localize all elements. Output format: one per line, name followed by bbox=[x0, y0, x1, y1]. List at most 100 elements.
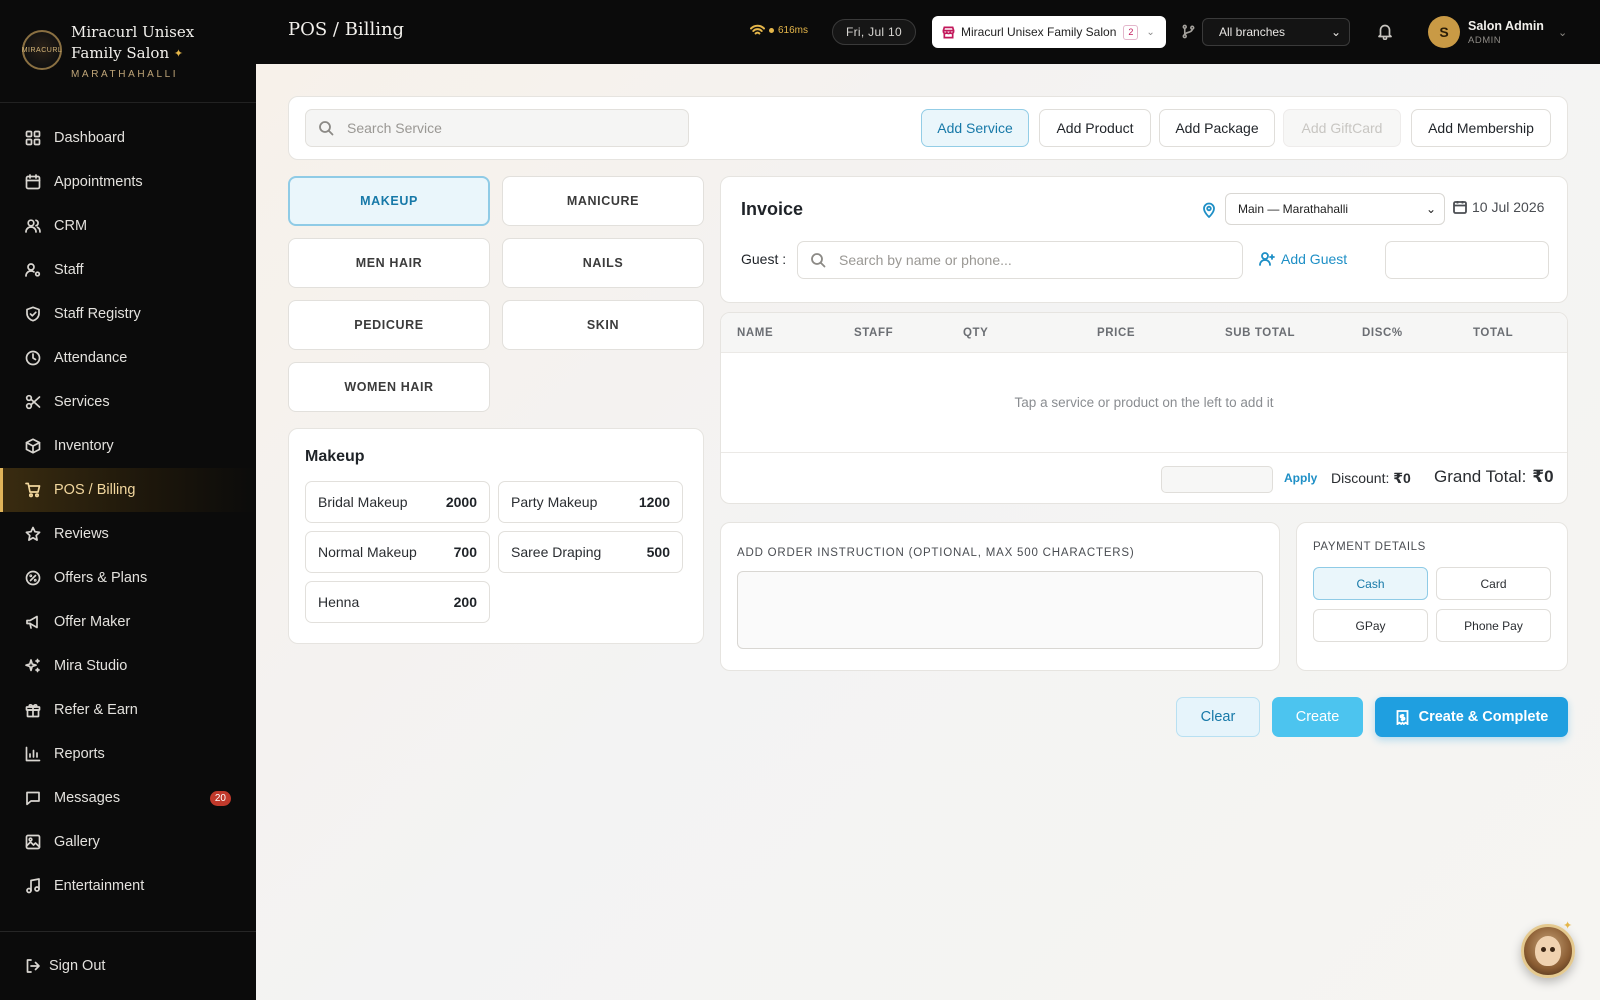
main-content: Add Service Add Product Add Package Add … bbox=[256, 64, 1600, 1000]
add-giftcard-button[interactable]: Add GiftCard bbox=[1283, 109, 1401, 147]
sidebar-item-appointments[interactable]: Appointments bbox=[0, 160, 256, 204]
salon-logo: MIRACURL bbox=[22, 30, 62, 70]
service-name: Party Makeup bbox=[511, 494, 598, 510]
service-search[interactable] bbox=[305, 109, 689, 147]
create-complete-button[interactable]: Create & Complete bbox=[1375, 697, 1568, 737]
sidebar-item-attendance[interactable]: Attendance bbox=[0, 336, 256, 380]
service-item[interactable]: Bridal Makeup 2000 bbox=[305, 481, 490, 523]
users-icon bbox=[25, 218, 41, 234]
invoice-date[interactable]: 10 Jul 2026 bbox=[1453, 199, 1544, 215]
sign-out-button[interactable]: Sign Out bbox=[0, 931, 256, 1000]
image-icon bbox=[25, 834, 41, 850]
add-service-button[interactable]: Add Service bbox=[921, 109, 1029, 147]
sidebar: MIRACURL Miracurl Unisex Family Salon ✦ … bbox=[0, 0, 256, 1000]
bell-icon[interactable] bbox=[1376, 22, 1394, 40]
guest-search[interactable] bbox=[797, 241, 1243, 279]
logout-icon bbox=[26, 959, 40, 973]
salon-name: Miracurl Unisex Family Salon bbox=[961, 25, 1117, 39]
service-price: 500 bbox=[646, 544, 670, 560]
sidebar-item-staff[interactable]: Staff bbox=[0, 248, 256, 292]
service-search-input[interactable] bbox=[347, 120, 667, 136]
guest-search-input[interactable] bbox=[839, 252, 1159, 268]
sidebar-item-dashboard[interactable]: Dashboard bbox=[0, 116, 256, 160]
salon-selector[interactable]: Miracurl Unisex Family Salon 2 ⌄ bbox=[932, 16, 1166, 48]
category-men-hair[interactable]: MEN HAIR bbox=[288, 238, 490, 288]
branch-filter-select[interactable]: All branches ⌄ bbox=[1202, 18, 1350, 46]
guest-extra-field[interactable] bbox=[1385, 241, 1549, 279]
box-icon bbox=[25, 438, 41, 454]
sidebar-item-offers-plans[interactable]: Offers & Plans bbox=[0, 556, 256, 600]
add-package-button[interactable]: Add Package bbox=[1159, 109, 1275, 147]
service-item[interactable]: Normal Makeup 700 bbox=[305, 531, 490, 573]
sidebar-item-reports[interactable]: Reports bbox=[0, 732, 256, 776]
sidebar-item-inventory[interactable]: Inventory bbox=[0, 424, 256, 468]
chevron-down-icon: ⌄ bbox=[1146, 26, 1155, 38]
payment-card-button[interactable]: Card bbox=[1436, 567, 1551, 600]
search-icon bbox=[319, 121, 334, 136]
sidebar-item-label: Reports bbox=[54, 746, 105, 762]
discount-summary: Discount: ₹0 bbox=[1331, 470, 1411, 487]
branch-filter-value: All branches bbox=[1219, 25, 1286, 39]
discount-value: ₹0 bbox=[1393, 470, 1411, 486]
sidebar-item-services[interactable]: Services bbox=[0, 380, 256, 424]
discount-label: Discount: bbox=[1331, 470, 1390, 486]
discount-code-input[interactable] bbox=[1161, 466, 1273, 493]
sparkles-icon bbox=[25, 658, 41, 674]
page-title: POS / Billing bbox=[288, 19, 405, 40]
invoice-branch-select[interactable]: Main — Marathahalli ⌄ bbox=[1225, 193, 1445, 225]
service-name: Henna bbox=[318, 594, 360, 610]
service-item[interactable]: Saree Draping 500 bbox=[498, 531, 683, 573]
service-category-title: Makeup bbox=[305, 448, 365, 465]
payment-cash-button[interactable]: Cash bbox=[1313, 567, 1428, 600]
invoice-title: Invoice bbox=[741, 199, 804, 219]
column-header: DISC% bbox=[1362, 327, 1403, 339]
sidebar-item-entertainment[interactable]: Entertainment bbox=[0, 864, 256, 908]
sidebar-item-mira-studio[interactable]: Mira Studio bbox=[0, 644, 256, 688]
sidebar-item-label: Staff bbox=[54, 262, 84, 278]
sidebar-item-label: Offer Maker bbox=[54, 614, 131, 630]
category-nails[interactable]: NAILS bbox=[502, 238, 704, 288]
column-header: TOTAL bbox=[1473, 327, 1514, 339]
category-skin[interactable]: SKIN bbox=[502, 300, 704, 350]
clear-button[interactable]: Clear bbox=[1176, 697, 1260, 737]
sidebar-item-gallery[interactable]: Gallery bbox=[0, 820, 256, 864]
music-icon bbox=[25, 878, 41, 894]
receipt-icon bbox=[1396, 709, 1409, 725]
category-pedicure[interactable]: PEDICURE bbox=[288, 300, 490, 350]
empty-state-message: Tap a service or product on the left to … bbox=[1014, 395, 1274, 410]
sidebar-item-messages[interactable]: Messages 20 bbox=[0, 776, 256, 820]
category-makeup[interactable]: MAKEUP bbox=[288, 176, 490, 226]
service-item[interactable]: Party Makeup 1200 bbox=[498, 481, 683, 523]
order-instruction-textarea[interactable] bbox=[737, 571, 1263, 649]
category-women-hair[interactable]: WOMEN HAIR bbox=[288, 362, 490, 412]
sidebar-item-label: Dashboard bbox=[54, 130, 125, 146]
sign-out-label: Sign Out bbox=[49, 958, 106, 974]
bar-chart-icon bbox=[25, 746, 41, 762]
sidebar-item-staff-registry[interactable]: Staff Registry bbox=[0, 292, 256, 336]
add-guest-button[interactable]: Add Guest bbox=[1259, 251, 1347, 267]
invoice-branch-value: Main — Marathahalli bbox=[1238, 202, 1349, 216]
create-button[interactable]: Create bbox=[1272, 697, 1363, 737]
column-header: QTY bbox=[963, 327, 989, 339]
add-membership-button[interactable]: Add Membership bbox=[1411, 109, 1551, 147]
add-product-button[interactable]: Add Product bbox=[1039, 109, 1151, 147]
sidebar-item-refer-earn[interactable]: Refer & Earn bbox=[0, 688, 256, 732]
invoice-date-value: 10 Jul 2026 bbox=[1472, 199, 1545, 215]
cart-icon bbox=[25, 482, 41, 498]
sidebar-item-crm[interactable]: CRM bbox=[0, 204, 256, 248]
category-manicure[interactable]: MANICURE bbox=[502, 176, 704, 226]
payment-gpay-button[interactable]: GPay bbox=[1313, 609, 1428, 642]
user-menu[interactable]: S Salon Admin ADMIN ⌄ bbox=[1428, 16, 1567, 48]
clock-icon bbox=[25, 350, 41, 366]
sidebar-item-reviews[interactable]: Reviews bbox=[0, 512, 256, 556]
store-icon bbox=[942, 26, 955, 38]
sidebar-item-offer-maker[interactable]: Offer Maker bbox=[0, 600, 256, 644]
apply-discount-button[interactable]: Apply bbox=[1284, 471, 1317, 485]
date-pill: Fri, Jul 10 bbox=[832, 19, 916, 45]
top-bar: POS / Billing 616ms Fri, Jul 10 Miracurl… bbox=[256, 0, 1600, 64]
calendar-icon bbox=[25, 174, 41, 190]
mira-assistant-avatar[interactable] bbox=[1521, 924, 1575, 978]
sidebar-item-pos-billing[interactable]: POS / Billing bbox=[0, 468, 256, 512]
payment-phonepay-button[interactable]: Phone Pay bbox=[1436, 609, 1551, 642]
service-item[interactable]: Henna 200 bbox=[305, 581, 490, 623]
